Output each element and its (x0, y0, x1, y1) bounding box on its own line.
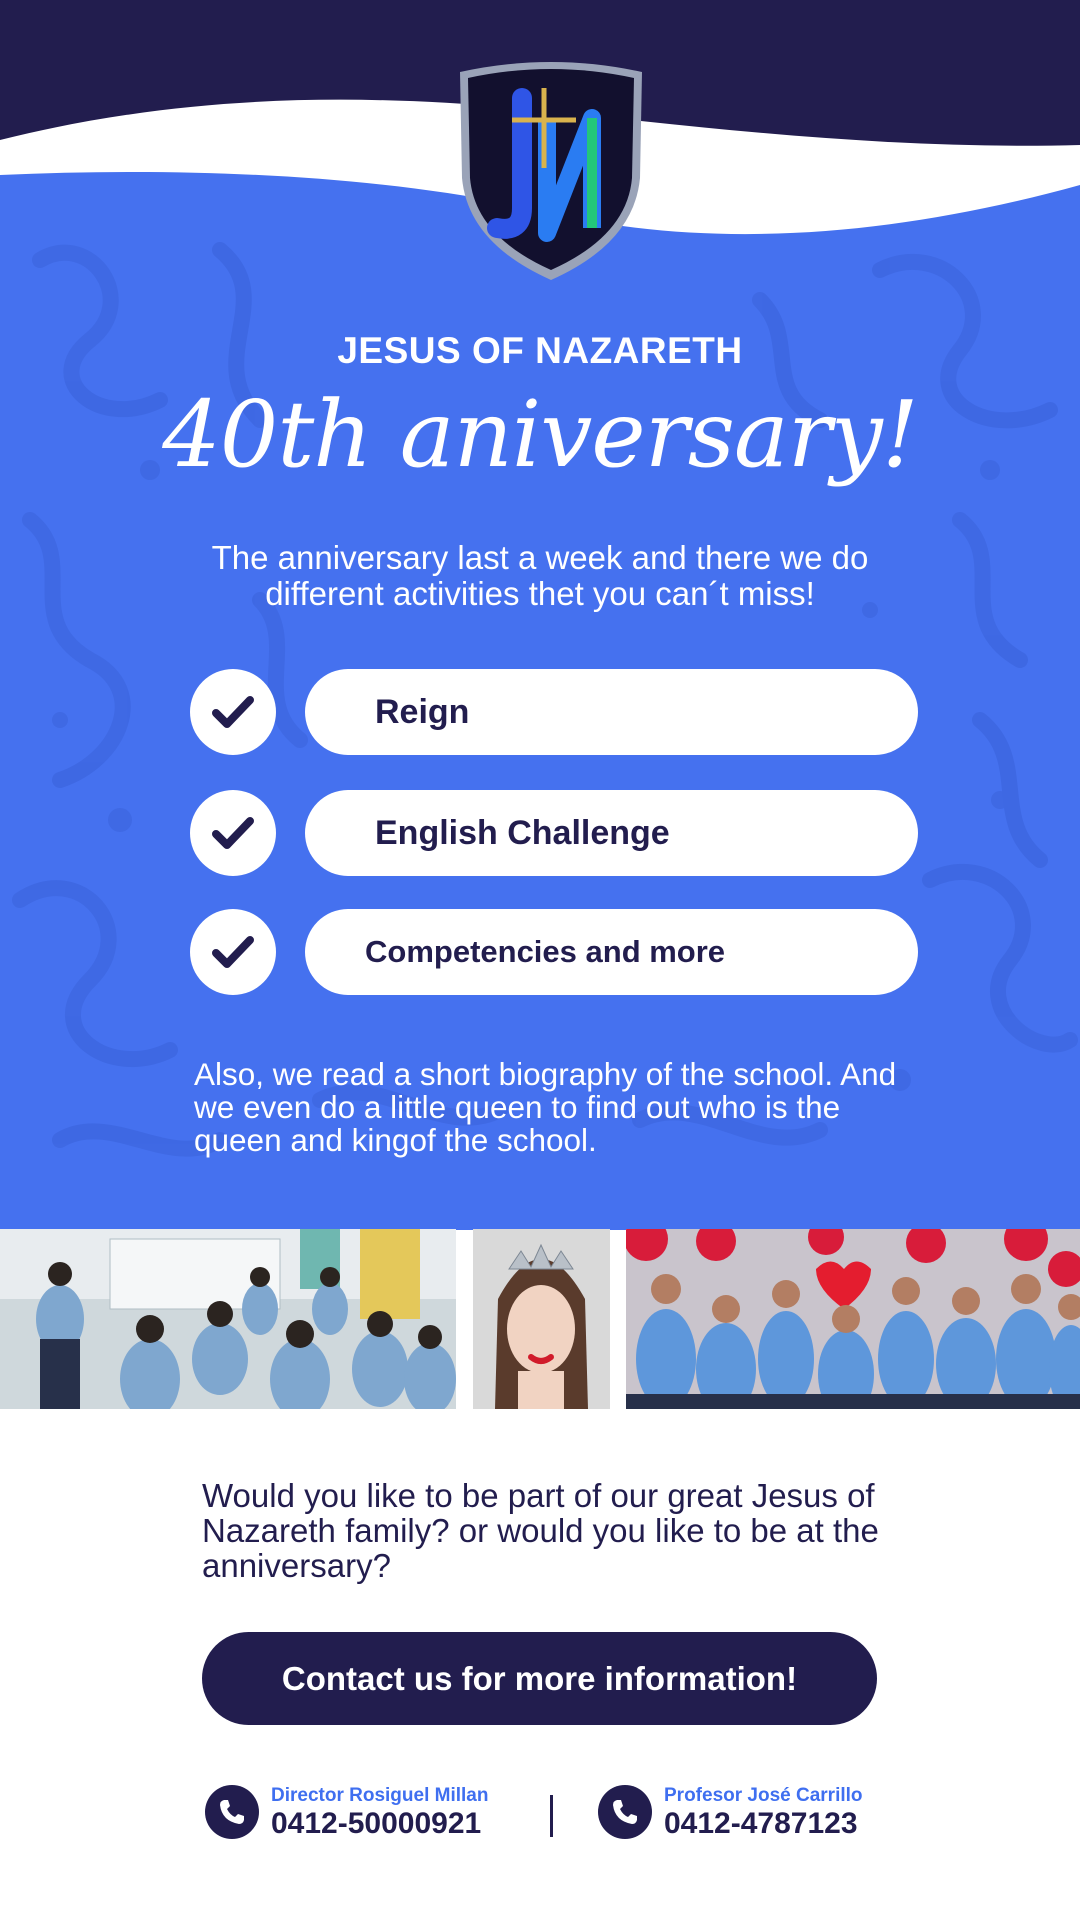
students-group-celebration-photo (626, 1229, 1080, 1409)
checkmark-icon (190, 790, 276, 876)
checkmark-icon (190, 669, 276, 755)
activity-item: English Challenge (190, 790, 918, 876)
phone-icon (205, 1785, 259, 1839)
contact-name: Director Rosiguel Millan (271, 1785, 489, 1806)
bio-text: Also, we read a short biography of the s… (194, 1056, 897, 1158)
activity-label: Competencies and more (305, 909, 918, 995)
contact-name: Profesor José Carrillo (664, 1785, 863, 1806)
queen-crown-photo (473, 1229, 610, 1409)
contact-phone[interactable]: 0412-50000921 (271, 1807, 481, 1841)
contact-director: Director Rosiguel Millan 0412-50000921 (205, 1785, 525, 1845)
activity-label: Reign (305, 669, 918, 755)
intro-text: The anniversary last a week and there we… (211, 539, 869, 612)
invite-text: Would you like to be part of our great J… (202, 1477, 879, 1584)
contact-teacher: Profesor José Carrillo 0412-4787123 (598, 1785, 898, 1845)
contact-divider (550, 1795, 553, 1837)
checkmark-icon (190, 909, 276, 995)
phone-icon (598, 1785, 652, 1839)
activity-item: Reign (190, 669, 918, 755)
jn-shield-crest-icon (452, 58, 650, 284)
anniversary-title: 40th aniversary! (162, 381, 918, 488)
contact-phone[interactable]: 0412-4787123 (664, 1807, 858, 1841)
photo-strip (0, 1229, 1080, 1409)
anniversary-flyer: JESUS OF NAZARETH 40th aniversary! The a… (0, 0, 1080, 1920)
students-classroom-photo (0, 1229, 456, 1409)
contact-cta-button[interactable]: Contact us for more information! (202, 1632, 877, 1725)
activity-label: English Challenge (305, 790, 918, 876)
activity-item: Competencies and more (190, 909, 918, 995)
school-name: JESUS OF NAZARETH (337, 330, 743, 371)
